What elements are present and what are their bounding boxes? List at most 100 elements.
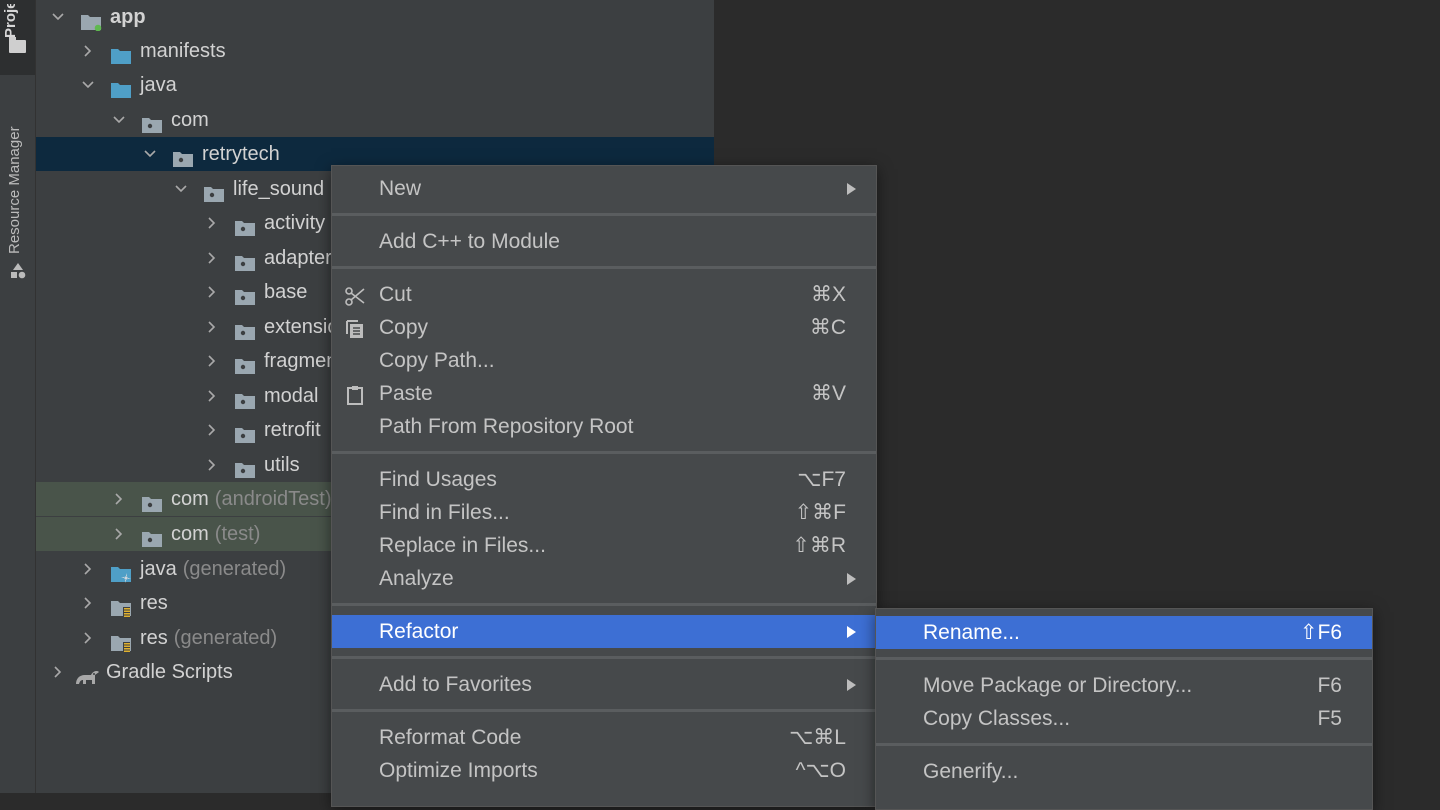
tree-node[interactable]: java xyxy=(36,68,714,102)
menu-item-replace-in-files[interactable]: Replace in Files... ⇧⌘R xyxy=(332,529,876,562)
chevron-right-icon[interactable] xyxy=(204,206,220,240)
tree-node-name: retrytech xyxy=(202,143,280,165)
tree-node-label: com (androidTest) xyxy=(171,482,332,516)
chevron-down-icon[interactable] xyxy=(50,0,66,34)
chevron-down-icon[interactable] xyxy=(80,68,96,102)
tree-node-label: utils xyxy=(264,448,300,482)
tree-node-label: java xyxy=(140,68,177,102)
chevron-right-icon[interactable] xyxy=(80,621,96,655)
tree-node-suffix: (generated) xyxy=(173,627,278,649)
menu-separator xyxy=(332,266,876,269)
menu-item-path-from-repository-root[interactable]: Path From Repository Root xyxy=(332,410,876,443)
tree-node-suffix: (test) xyxy=(214,523,261,545)
tree-node[interactable]: app xyxy=(36,0,714,34)
chevron-right-icon[interactable] xyxy=(80,586,96,620)
menu-item-label: Copy Classes... xyxy=(923,707,1071,730)
menu-separator xyxy=(876,743,1372,746)
chevron-right-icon[interactable] xyxy=(204,413,220,447)
tree-node-name: com xyxy=(171,109,209,131)
chevron-right-icon[interactable] xyxy=(204,448,220,482)
context-menu: New Add C++ to Module Cut ⌘X Copy ⌘C Copy Path… xyxy=(331,165,877,807)
menu-item-reformat-code[interactable]: Reformat Code ⌥⌘L xyxy=(332,721,876,754)
clipboard-icon xyxy=(344,383,366,405)
menu-item-label: Replace in Files... xyxy=(379,534,546,557)
chevron-down-icon[interactable] xyxy=(142,137,158,171)
menu-item-add-c-to-module[interactable]: Add C++ to Module xyxy=(332,225,876,258)
chevron-right-icon[interactable] xyxy=(111,482,127,516)
tree-node-label: retrytech xyxy=(202,137,280,171)
submenu-item-rename[interactable]: Rename... ⇧F6 xyxy=(876,616,1372,649)
source-folder-icon xyxy=(110,42,132,64)
tree-node-name: retrofit xyxy=(264,419,321,441)
project-tool-button[interactable]: Project xyxy=(0,0,35,75)
menu-item-refactor[interactable]: Refactor xyxy=(332,615,876,648)
menu-item-new[interactable]: New xyxy=(332,172,876,205)
package-icon xyxy=(234,214,256,236)
tree-node-name: modal xyxy=(264,385,319,407)
package-icon xyxy=(234,387,256,409)
menu-item-shortcut: ⇧⌘F xyxy=(794,501,846,524)
menu-item-optimize-imports[interactable]: Optimize Imports ^⌥O xyxy=(332,754,876,787)
tree-node-label: activity xyxy=(264,206,325,240)
package-icon xyxy=(234,421,256,443)
package-icon xyxy=(234,456,256,478)
menu-separator xyxy=(332,451,876,454)
menu-item-label: New xyxy=(379,177,422,200)
tree-node-label: res xyxy=(140,586,168,620)
menu-item-label: Analyze xyxy=(379,567,454,590)
menu-item-label: Add C++ to Module xyxy=(379,230,560,253)
menu-separator xyxy=(332,709,876,712)
tree-node-label: java (generated) xyxy=(140,552,286,586)
menu-item-label: Find Usages xyxy=(379,468,497,491)
refactor-submenu: Rename... ⇧F6 Move Package or Directory...… xyxy=(875,608,1373,810)
menu-item-shortcut: F5 xyxy=(1317,707,1342,730)
menu-item-shortcut: ⇧⌘R xyxy=(792,534,846,557)
menu-item-analyze[interactable]: Analyze xyxy=(332,562,876,595)
submenu-item-copy-classes[interactable]: Copy Classes... F5 xyxy=(876,702,1372,735)
package-icon xyxy=(172,145,194,167)
gradle-icon xyxy=(74,663,100,684)
package-icon xyxy=(234,318,256,340)
menu-item-shortcut: ⇧F6 xyxy=(1299,621,1342,644)
resource-manager-tool-button[interactable]: Resource Manager xyxy=(0,88,35,288)
chevron-right-icon[interactable] xyxy=(80,552,96,586)
tree-node-label: app xyxy=(110,0,146,34)
menu-item-find-usages[interactable]: Find Usages ⌥F7 xyxy=(332,463,876,496)
submenu-item-generify[interactable]: Generify... xyxy=(876,755,1372,788)
chevron-right-icon[interactable] xyxy=(204,275,220,309)
tree-node-name: manifests xyxy=(140,40,226,62)
menu-item-label: Move Package or Directory... xyxy=(923,674,1193,697)
chevron-right-icon[interactable] xyxy=(204,241,220,275)
generated-folder-icon xyxy=(110,560,132,583)
chevron-right-icon[interactable] xyxy=(204,344,220,378)
shapes-icon xyxy=(11,263,26,279)
chevron-down-icon[interactable] xyxy=(173,172,189,206)
menu-item-label: Reformat Code xyxy=(379,726,522,749)
tree-node-label: Gradle Scripts xyxy=(106,655,233,689)
menu-item-shortcut: ⌘X xyxy=(810,283,846,306)
chevron-right-icon[interactable] xyxy=(50,655,66,689)
submenu-item-move-package-or-directory[interactable]: Move Package or Directory... F6 xyxy=(876,669,1372,702)
chevron-down-icon[interactable] xyxy=(111,103,127,137)
tree-node-name: life_sound xyxy=(233,178,325,200)
tree-node-suffix: (androidTest) xyxy=(214,488,332,510)
chevron-right-icon[interactable] xyxy=(111,517,127,551)
chevron-right-icon[interactable] xyxy=(80,34,96,68)
tree-node-name: res xyxy=(140,627,168,649)
submenu-arrow-icon xyxy=(847,679,856,691)
menu-item-label: Cut xyxy=(379,283,412,306)
menu-item-cut[interactable]: Cut ⌘X xyxy=(332,278,876,311)
tree-node[interactable]: com xyxy=(36,103,714,137)
resource-manager-label: Resource Manager xyxy=(6,126,23,254)
menu-item-copy[interactable]: Copy ⌘C xyxy=(332,311,876,344)
chevron-right-icon[interactable] xyxy=(204,310,220,344)
menu-item-paste[interactable]: Paste ⌘V xyxy=(332,377,876,410)
menu-item-add-to-favorites[interactable]: Add to Favorites xyxy=(332,668,876,701)
tree-node-label: com (test) xyxy=(171,517,260,551)
package-icon xyxy=(141,525,163,547)
tree-node-label: adapter xyxy=(264,241,332,275)
menu-item-find-in-files[interactable]: Find in Files... ⇧⌘F xyxy=(332,496,876,529)
chevron-right-icon[interactable] xyxy=(204,379,220,413)
tree-node[interactable]: manifests xyxy=(36,34,714,68)
menu-item-copy-path[interactable]: Copy Path... xyxy=(332,344,876,377)
